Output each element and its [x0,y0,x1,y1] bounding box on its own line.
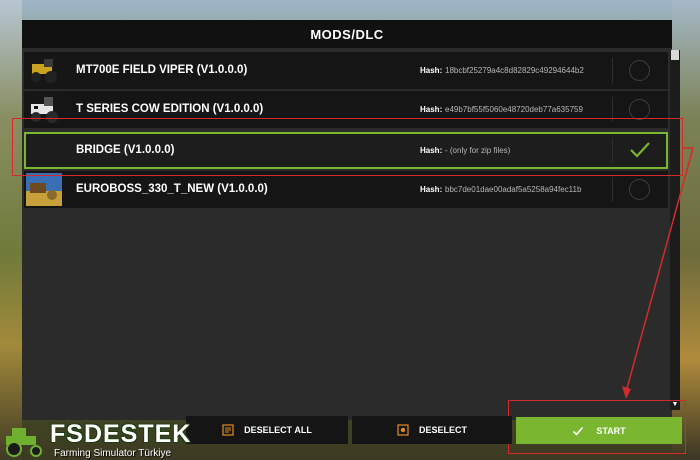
mod-row-bridge[interactable]: BRIDGE (V1.0.0.0) Hash: - (only for zip … [24,132,668,169]
mod-name: BRIDGE (V1.0.0.0) [76,144,175,156]
select-checkbox[interactable] [629,179,650,200]
tractor-thumbnail [26,54,62,87]
tractor-icon [6,428,42,457]
scrollbar[interactable]: ▼ [670,50,680,410]
hash-value: 18bcbf25279a4c8d82829c49294644b2 [445,66,584,75]
hash-label: Hash: [420,146,443,155]
divider [612,58,613,83]
checkmark-icon[interactable] [627,137,653,163]
deselect-all-icon [222,424,234,436]
deselect-icon [397,424,409,436]
scroll-thumb[interactable] [671,50,679,60]
mod-list: MT700E FIELD VIPER (V1.0.0.0) Hash: 18bc… [24,50,670,420]
panel-title: MODS/DLC [22,20,672,48]
mods-panel: MODS/DLC MT700E FIELD VIPER (V1.0.0.0) H… [22,20,672,420]
hay-thumbnail [26,173,62,206]
divider [612,177,613,202]
hash-label: Hash: [420,105,443,114]
hash-value: bbc7de01dae00adaf5a5258a94fec11b [445,185,582,194]
start-label: START [596,425,626,436]
divider [612,97,613,122]
start-button[interactable]: START [516,417,682,444]
select-checkbox[interactable] [629,60,650,81]
mod-name: MT700E FIELD VIPER (V1.0.0.0) [76,64,248,76]
mod-name: T SERIES COW EDITION (V1.0.0.0) [76,103,264,115]
tractor-thumbnail [26,93,62,126]
watermark-title: FSDESTEK [50,420,192,448]
deselect-label: DESELECT [418,425,467,435]
mod-name: EUROBOSS_330_T_NEW (V1.0.0.0) [76,183,268,195]
hash-label: Hash: [420,185,443,194]
mod-row-euroboss[interactable]: EUROBOSS_330_T_NEW (V1.0.0.0) Hash: bbc7… [24,171,668,208]
select-checkbox[interactable] [629,99,650,120]
mod-row-mt700e[interactable]: MT700E FIELD VIPER (V1.0.0.0) Hash: 18bc… [24,52,668,89]
divider [612,138,613,163]
watermark-subtitle: Farming Simulator Türkiye [54,448,172,459]
background-left [0,0,22,460]
deselect-all-label: DESELECT ALL [244,425,312,435]
hash-label: Hash: [420,66,443,75]
mod-row-t-series[interactable]: T SERIES COW EDITION (V1.0.0.0) Hash: e4… [24,91,668,128]
watermark-logo: FSDESTEK Farming Simulator Türkiye [0,416,200,460]
deselect-all-button[interactable]: DESELECT ALL [186,416,348,444]
checkmark-icon [573,426,584,436]
hash-value: - (only for zip files) [445,146,511,155]
deselect-button[interactable]: DESELECT [352,416,512,444]
hash-value: e49b7bf55f5060e48720deb77a635759 [445,105,583,114]
